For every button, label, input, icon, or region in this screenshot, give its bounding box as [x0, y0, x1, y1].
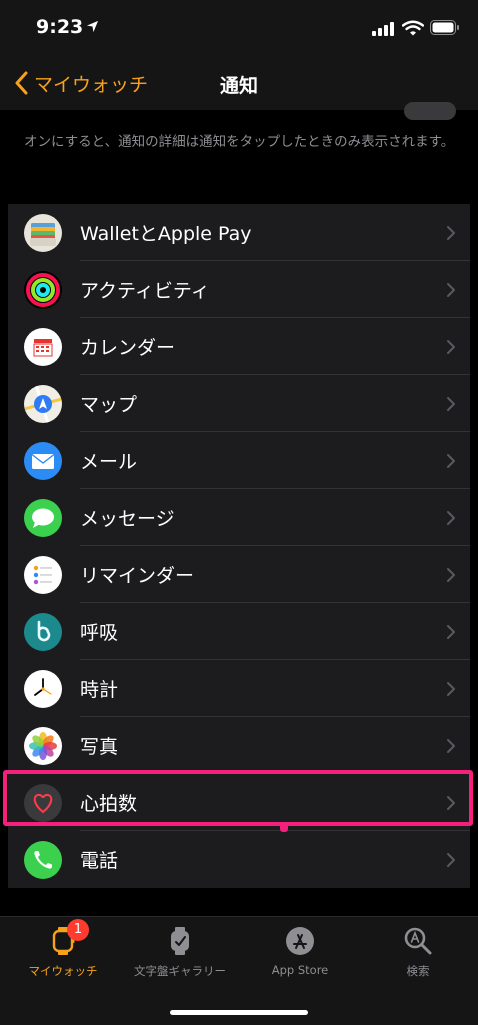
chevron-right-icon [447, 282, 455, 297]
calendar-icon [24, 327, 62, 366]
phone-icon [24, 840, 62, 879]
tab-bar: 1 マイウォッチ 文字盤ギャラリー App Store 検索 [0, 916, 478, 1025]
heart-rate-icon [24, 783, 62, 822]
tab-label: 文字盤ギャラリー [134, 964, 226, 978]
list-item-heart-rate[interactable]: 心拍数 [8, 774, 470, 831]
list-item-messages[interactable]: メッセージ [8, 489, 470, 546]
notification-badge: 1 [67, 919, 89, 941]
chevron-right-icon [447, 681, 455, 696]
photos-icon [24, 726, 62, 765]
navigation-bar: マイウォッチ 通知 [0, 56, 478, 110]
tab-face-gallery[interactable]: 文字盤ギャラリー [120, 925, 240, 979]
search-icon [402, 925, 434, 957]
list-item-label: 心拍数 [80, 793, 138, 815]
list-item-label: 時計 [80, 679, 119, 701]
list-item-label: メール [80, 451, 138, 473]
tab-app-store[interactable]: App Store [240, 925, 360, 977]
list-item-label: リマインダー [80, 565, 195, 587]
cellular-signal-icon [372, 22, 394, 36]
chevron-right-icon [447, 624, 455, 639]
list-item-label: WalletとApple Pay [80, 223, 252, 245]
reminders-icon [24, 555, 62, 594]
mail-icon [24, 441, 62, 480]
list-item-maps[interactable]: マップ [8, 375, 470, 432]
chevron-right-icon [447, 510, 455, 525]
status-time: 9:23 [36, 16, 84, 38]
chevron-right-icon [447, 567, 455, 582]
home-indicator[interactable] [170, 1010, 308, 1015]
page-title: 通知 [219, 75, 258, 97]
section-footer-note: オンにすると、通知の詳細は通知をタップしたときのみ表示されます。 [24, 134, 455, 150]
tab-label: 検索 [406, 964, 430, 978]
status-bar: 9:23 [0, 0, 478, 56]
list-item-calendar[interactable]: カレンダー [8, 318, 470, 375]
list-item-label: メッセージ [80, 508, 175, 530]
list-item-phone[interactable]: 電話 [8, 831, 470, 888]
location-arrow-icon [86, 20, 99, 33]
tab-label: App Store [271, 963, 329, 977]
chevron-right-icon [447, 852, 455, 867]
list-item-label: 電話 [80, 850, 119, 872]
highlight-annotation-marker [280, 826, 288, 832]
chevron-right-icon [447, 225, 455, 240]
tab-my-watch[interactable]: 1 マイウォッチ [3, 919, 123, 979]
activity-icon [24, 270, 62, 309]
list-item-activity[interactable]: アクティビティ [8, 261, 470, 318]
chevron-right-icon [447, 339, 455, 354]
chevron-right-icon [447, 795, 455, 810]
list-item-label: マップ [80, 394, 138, 416]
list-item-clock[interactable]: 時計 [8, 660, 470, 717]
app-store-icon [284, 925, 316, 957]
tab-search[interactable]: 検索 [358, 925, 478, 979]
battery-icon [430, 20, 459, 35]
list-item-label: 呼吸 [80, 622, 119, 644]
tab-label: マイウォッチ [28, 964, 98, 978]
list-item-label: アクティビティ [80, 280, 210, 302]
list-item-label: カレンダー [80, 337, 176, 359]
list-item-mail[interactable]: メール [8, 432, 470, 489]
list-item-wallet[interactable]: WalletとApple Pay [8, 204, 470, 261]
app-notification-list: WalletとApple Pay アクティビティ カレンダー マップ メール メ… [8, 204, 470, 888]
chevron-right-icon [447, 453, 455, 468]
list-item-reminders[interactable]: リマインダー [8, 546, 470, 603]
face-gallery-icon [164, 925, 196, 957]
list-item-photos[interactable]: 写真 [8, 717, 470, 774]
chevron-right-icon [447, 396, 455, 411]
toggle-switch[interactable] [404, 102, 456, 120]
list-item-label: 写真 [80, 736, 119, 758]
list-item-breathe[interactable]: 呼吸 [8, 603, 470, 660]
wifi-icon [402, 20, 424, 36]
chevron-right-icon [447, 738, 455, 753]
messages-icon [24, 498, 62, 537]
settings-content[interactable]: オンにすると、通知の詳細は通知をタップしたときのみ表示されます。 Walletと… [0, 102, 478, 916]
maps-icon [24, 384, 62, 423]
my-watch-icon: 1 [47, 919, 89, 957]
wallet-icon [24, 213, 62, 252]
breathe-icon [24, 612, 62, 651]
clock-icon [24, 669, 62, 708]
